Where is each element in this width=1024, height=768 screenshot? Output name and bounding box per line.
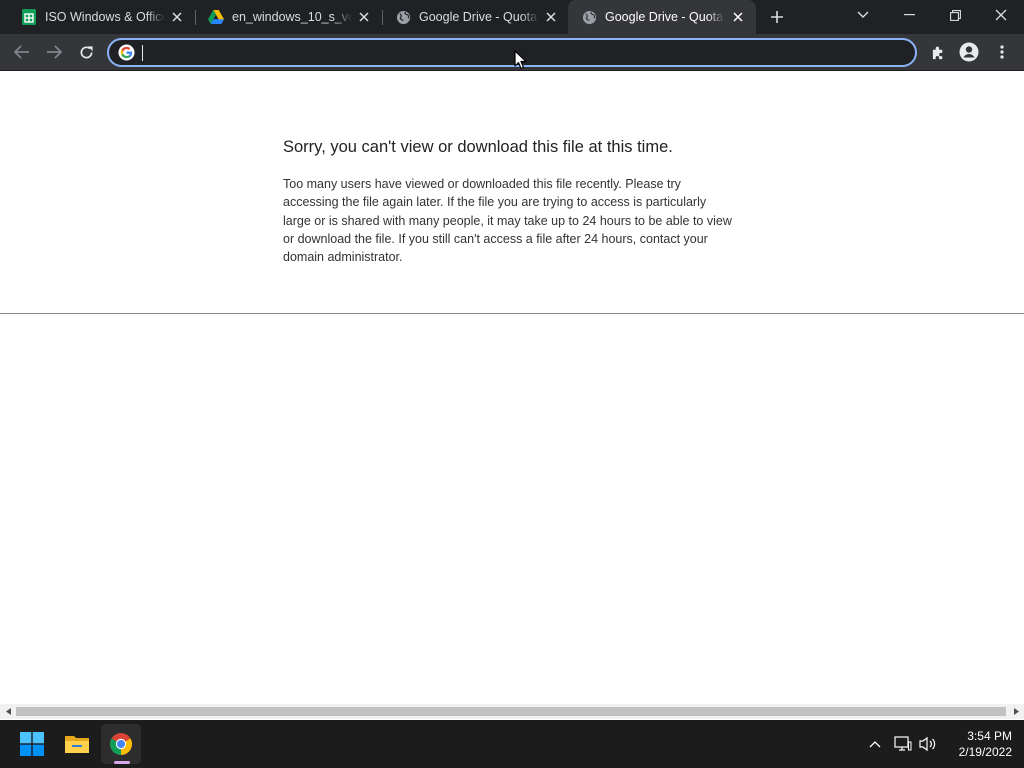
horizontal-scrollbar[interactable] [0,704,1024,719]
network-button[interactable] [893,734,913,754]
sheets-icon [21,9,37,25]
arrow-right-icon [47,45,62,59]
forward-button[interactable] [41,39,67,65]
new-tab-button[interactable] [766,6,788,28]
close-window-button[interactable] [978,0,1024,30]
profile-icon [959,42,979,62]
kebab-menu-icon [1000,45,1004,59]
scroll-left-icon[interactable] [0,704,16,719]
restore-icon [949,9,961,21]
plus-icon [771,11,783,23]
chevron-up-icon [869,741,881,748]
puzzle-icon [932,46,942,59]
tab-google-drive-quota[interactable]: Google Drive - Quota exceeded [374,0,569,34]
google-icon [118,44,135,61]
tab-iso-windows-office[interactable]: ISO Windows & Office [0,0,195,34]
arrow-left-icon [14,45,29,59]
divider [0,313,1024,314]
globe-icon [581,9,597,25]
globe-icon [395,9,411,25]
speaker-icon [919,736,936,752]
error-title: Sorry, you can't view or download this f… [283,138,673,156]
profile-button[interactable] [956,39,982,65]
tab-title: Google Drive - Quota exceeded [419,10,539,24]
tab-title: Google Drive - Quota exceeded [605,10,725,24]
address-bar[interactable] [107,38,917,67]
reload-button[interactable] [73,39,99,65]
show-hidden-icons-button[interactable] [865,734,885,754]
back-button[interactable] [9,39,35,65]
close-tab-icon[interactable] [730,9,746,25]
active-app-indicator [114,761,130,764]
close-tab-icon[interactable] [543,9,559,25]
network-icon [894,736,912,751]
start-icon [20,732,44,756]
chrome-button[interactable] [101,724,141,764]
browser-toolbar [0,34,1024,71]
minimize-button[interactable] [886,0,932,30]
restore-button[interactable] [932,0,978,30]
close-tab-icon[interactable] [169,9,185,25]
tab-title: en_windows_10_s_version [232,10,352,24]
tab-google-drive-quota-active[interactable]: Google Drive - Quota exceeded [568,0,756,34]
scrollbar-thumb[interactable] [16,707,1006,716]
google-drive-icon [208,9,224,25]
start-button[interactable] [12,724,52,764]
text-caret [142,45,143,61]
menu-button[interactable] [989,39,1015,65]
tab-strip: ISO Windows & Office en_windows_10_s_ver… [0,0,1024,34]
extensions-button[interactable] [925,39,951,65]
taskbar: 3:54 PM 2/19/2022 [0,720,1024,768]
mouse-cursor-icon [514,50,527,70]
clock[interactable]: 3:54 PM 2/19/2022 [944,728,1012,760]
chevron-down-icon [857,11,869,18]
clock-time: 3:54 PM [967,729,1012,743]
tab-search-button[interactable] [840,0,886,30]
tab-title: ISO Windows & Office [45,10,165,24]
reload-icon [80,45,93,58]
file-explorer-button[interactable] [57,724,97,764]
clock-date: 2/19/2022 [958,745,1012,759]
close-tab-icon[interactable] [356,9,372,25]
error-message: Too many users have viewed or downloaded… [283,177,732,265]
chrome-icon [110,733,132,755]
page-content: Sorry, you can't view or download this f… [0,71,1024,704]
minimize-icon [903,14,915,16]
volume-button[interactable] [918,734,938,754]
close-icon [995,9,1007,21]
file-explorer-icon [65,736,89,753]
tab-en-windows-10[interactable]: en_windows_10_s_version [187,0,382,34]
scroll-right-icon[interactable] [1008,704,1024,719]
